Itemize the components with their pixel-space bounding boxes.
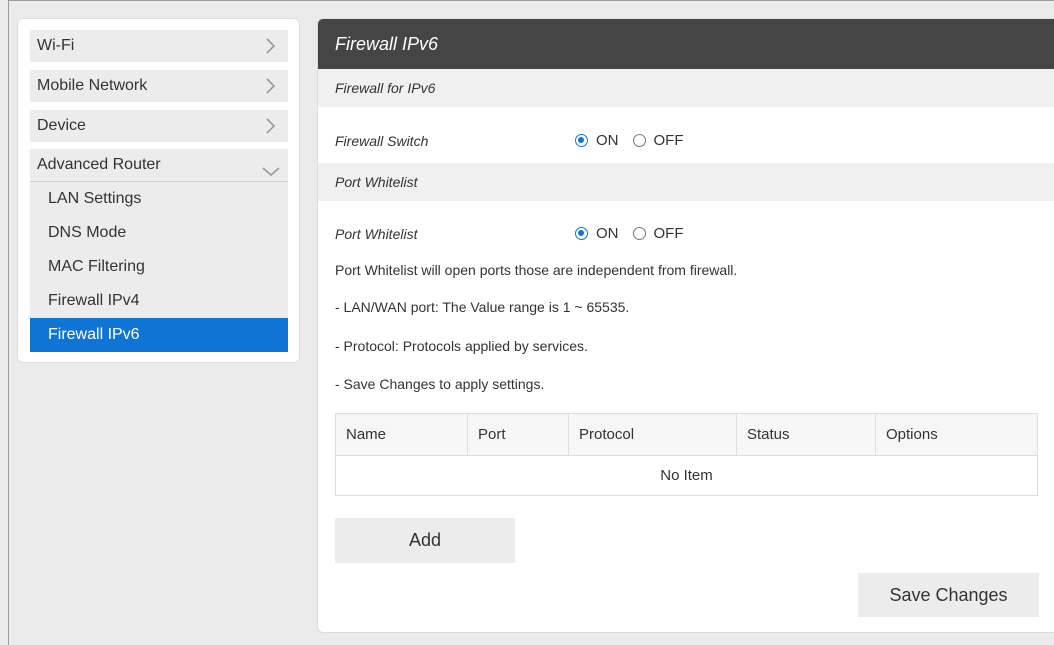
column-header-protocol: Protocol xyxy=(568,413,737,456)
firewall-switch-off-radio[interactable] xyxy=(632,134,646,147)
sidebar-item-label: Mobile Network xyxy=(37,77,148,94)
sidebar-item-wifi[interactable]: Wi-Fi xyxy=(30,30,288,62)
column-header-options: Options xyxy=(875,413,1038,456)
sidebar-section-header[interactable]: Advanced Router xyxy=(30,149,288,182)
port-whitelist-radio-group: ON OFF xyxy=(575,225,698,242)
section-header-firewall: Firewall for IPv6 xyxy=(318,69,1054,107)
port-whitelist-on-radio[interactable] xyxy=(575,227,588,240)
sidebar-item-label: Device xyxy=(37,117,86,134)
port-whitelist-table: Name Port Protocol Status Options No Ite… xyxy=(335,413,1038,496)
table-row: No Item xyxy=(335,455,1038,496)
column-header-status: Status xyxy=(736,413,876,456)
page-title: Firewall IPv6 xyxy=(318,19,1054,69)
sidebar-subitem-firewall-ipv4[interactable]: Firewall IPv4 xyxy=(30,284,288,318)
sidebar: Wi-Fi Mobile Network Device Advanced Rou… xyxy=(17,18,300,363)
sidebar-item-label: Wi-Fi xyxy=(37,37,75,54)
add-button[interactable]: Add xyxy=(335,518,515,563)
port-whitelist-label: Port Whitelist xyxy=(335,226,418,242)
table-header-row: Name Port Protocol Status Options xyxy=(335,413,1038,456)
column-header-port: Port xyxy=(467,413,569,456)
window-border-left xyxy=(8,0,9,645)
sidebar-subitem-dns-mode[interactable]: DNS Mode xyxy=(30,216,288,250)
info-text: - LAN/WAN port: The Value range is 1 ~ 6… xyxy=(335,299,630,315)
firewall-switch-label: Firewall Switch xyxy=(335,133,429,149)
radio-label-off: OFF xyxy=(653,225,684,242)
firewall-switch-radio-group: ON OFF xyxy=(575,132,698,149)
chevron-right-icon xyxy=(262,78,278,94)
radio-label-on: ON xyxy=(596,132,619,149)
chevron-down-icon xyxy=(262,158,280,189)
sidebar-item-device[interactable]: Device xyxy=(30,110,288,142)
firewall-switch-on-radio[interactable] xyxy=(575,134,588,147)
window-border-top xyxy=(8,0,1054,1)
radio-label-off: OFF xyxy=(653,132,684,149)
sidebar-subitem-mac-filtering[interactable]: MAC Filtering xyxy=(30,250,288,284)
save-changes-button[interactable]: Save Changes xyxy=(858,573,1039,617)
column-header-name: Name xyxy=(335,413,468,456)
sidebar-section-label: Advanced Router xyxy=(37,156,161,173)
sidebar-subitem-lan-settings[interactable]: LAN Settings xyxy=(30,182,288,216)
sidebar-subitem-firewall-ipv6[interactable]: Firewall IPv6 xyxy=(30,318,288,352)
main-panel: Firewall IPv6 Firewall for IPv6 Firewall… xyxy=(317,18,1054,633)
chevron-right-icon xyxy=(262,38,278,54)
port-whitelist-off-radio[interactable] xyxy=(632,227,646,240)
empty-table-message: No Item xyxy=(335,455,1038,496)
info-text: Port Whitelist will open ports those are… xyxy=(335,262,738,278)
section-header-port-whitelist: Port Whitelist xyxy=(318,163,1054,201)
sidebar-item-mobile-network[interactable]: Mobile Network xyxy=(30,70,288,102)
chevron-right-icon xyxy=(262,118,278,134)
sidebar-section-advanced-router: Advanced Router LAN Settings DNS Mode MA… xyxy=(30,149,288,352)
info-text: - Save Changes to apply settings. xyxy=(335,376,545,392)
radio-label-on: ON xyxy=(596,225,619,242)
info-text: - Protocol: Protocols applied by service… xyxy=(335,338,588,354)
